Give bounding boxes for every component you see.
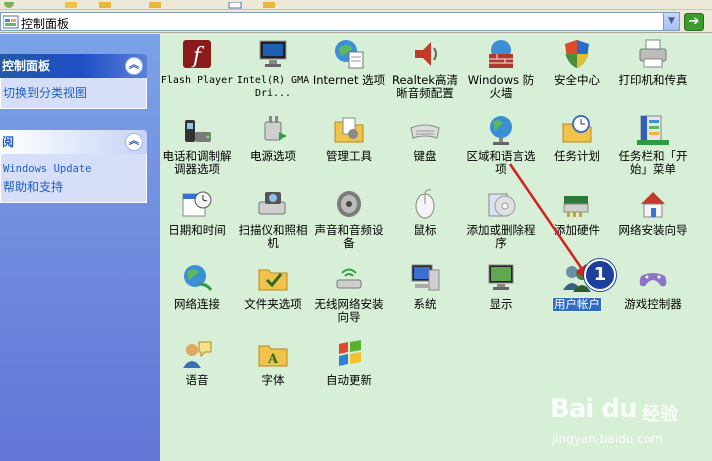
step-number-badge: 1	[584, 259, 616, 291]
watermark-url: jingyan.baidu.com	[552, 432, 663, 446]
watermark-logo: Bai du	[550, 394, 637, 424]
watermark-sub: 经验	[642, 404, 678, 425]
baidu-watermark: Bai du 经验 jingyan.baidu.com	[546, 390, 706, 460]
